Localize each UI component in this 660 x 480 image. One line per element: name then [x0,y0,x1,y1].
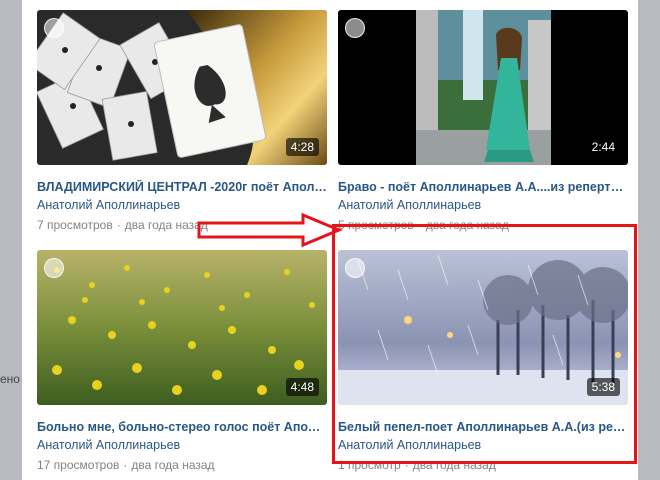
view-count: 1 просмотр [338,458,401,472]
video-title[interactable]: Браво - поёт Аполлинарьев А.А....из репе… [338,180,628,194]
select-checkbox[interactable] [345,18,365,38]
video-title[interactable]: ВЛАДИМИРСКИЙ ЦЕНТРАЛ -2020г поёт Аполлин… [37,180,327,194]
video-duration: 4:28 [285,138,319,156]
video-card[interactable]: 4:28 ВЛАДИМИРСКИЙ ЦЕНТРАЛ -2020г поёт Ап… [37,10,327,232]
video-meta: 17 просмотров · два года назад [37,458,215,472]
view-count: 5 просмотров [338,218,414,232]
video-meta: 1 просмотр · два года назад [338,458,496,472]
video-thumbnail[interactable]: 4:28 [37,10,327,165]
select-checkbox[interactable] [44,18,64,38]
select-checkbox[interactable] [345,258,365,278]
upload-date: два года назад [425,218,509,232]
video-thumbnail[interactable]: 5:38 [338,250,628,405]
video-duration: 2:44 [586,138,620,156]
video-duration: 5:38 [586,378,620,396]
upload-date: два года назад [131,458,215,472]
upload-date: два года назад [412,458,496,472]
video-meta: 5 просмотров · два года назад [338,218,509,232]
video-card[interactable]: 5:38 Белый пепел-поет Аполлинарьев А.А.(… [338,250,628,472]
view-count: 17 просмотров [37,458,120,472]
video-author[interactable]: Анатолий Аполлинарьев [338,198,628,212]
video-author[interactable]: Анатолий Аполлинарьев [37,198,327,212]
video-card[interactable]: 4:48 Больно мне, больно-стерео голос поё… [37,250,327,472]
background-side-text: ено [0,372,20,386]
video-author[interactable]: Анатолий Аполлинарьев [338,438,628,452]
annotation-arrow-icon [197,212,343,248]
background-page-right [638,0,660,480]
select-checkbox[interactable] [44,258,64,278]
video-title[interactable]: Больно мне, больно-стерео голос поёт Апо… [37,420,327,434]
view-count: 7 просмотров [37,218,113,232]
video-thumbnail[interactable]: 2:44 [338,10,628,165]
video-author[interactable]: Анатолий Аполлинарьев [37,438,327,452]
video-card[interactable]: 2:44 Браво - поёт Аполлинарьев А.А....из… [338,10,628,232]
video-duration: 4:48 [285,378,319,396]
video-thumbnail[interactable]: 4:48 [37,250,327,405]
video-title[interactable]: Белый пепел-поет Аполлинарьев А.А.(из ре… [338,420,628,434]
background-page-left [0,0,22,480]
